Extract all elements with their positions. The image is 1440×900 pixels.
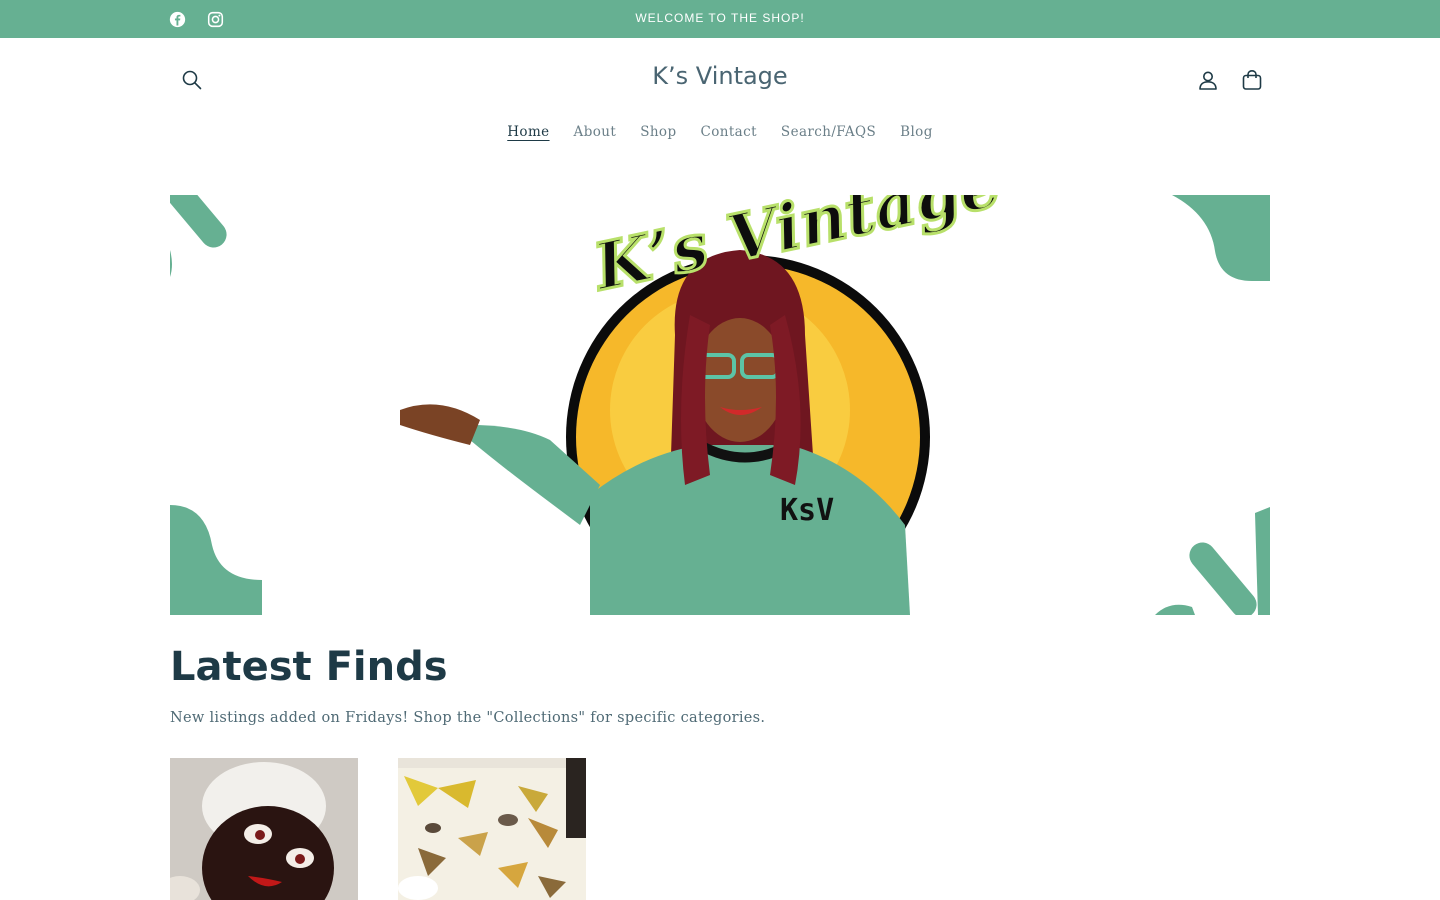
section-description: New listings added on Fridays! Shop the …	[170, 710, 766, 726]
main-nav: Home About Shop Contact Search/FAQS Blog	[0, 124, 1440, 140]
hero-logo-illustration: K’s Vintage KsV	[170, 195, 1270, 615]
product-card-image[interactable]	[398, 758, 586, 900]
shirt-monogram: KsV	[780, 493, 834, 528]
product-card-image[interactable]	[170, 758, 358, 900]
nav-item-blog[interactable]: Blog	[900, 124, 933, 140]
site-header: K’s Vintage Home About Shop Contact Sear…	[0, 38, 1440, 178]
search-icon[interactable]	[170, 58, 214, 102]
announcement-bar: WELCOME TO THE SHOP!	[0, 0, 1440, 38]
hero-banner: K’s Vintage KsV	[170, 195, 1270, 615]
nav-item-home[interactable]: Home	[507, 124, 549, 140]
cart-icon[interactable]	[1230, 58, 1274, 102]
announcement-text: WELCOME TO THE SHOP!	[635, 11, 805, 25]
store-name[interactable]: K’s Vintage	[520, 62, 920, 90]
butterfly-display-product-image	[398, 758, 586, 900]
section-title: Latest Finds	[170, 644, 448, 690]
nav-item-contact[interactable]: Contact	[701, 124, 757, 140]
doll-product-image	[170, 758, 358, 900]
nav-item-about[interactable]: About	[574, 124, 617, 140]
account-icon[interactable]	[1186, 58, 1230, 102]
nav-item-search-faqs[interactable]: Search/FAQS	[781, 124, 876, 140]
nav-item-shop[interactable]: Shop	[640, 124, 676, 140]
